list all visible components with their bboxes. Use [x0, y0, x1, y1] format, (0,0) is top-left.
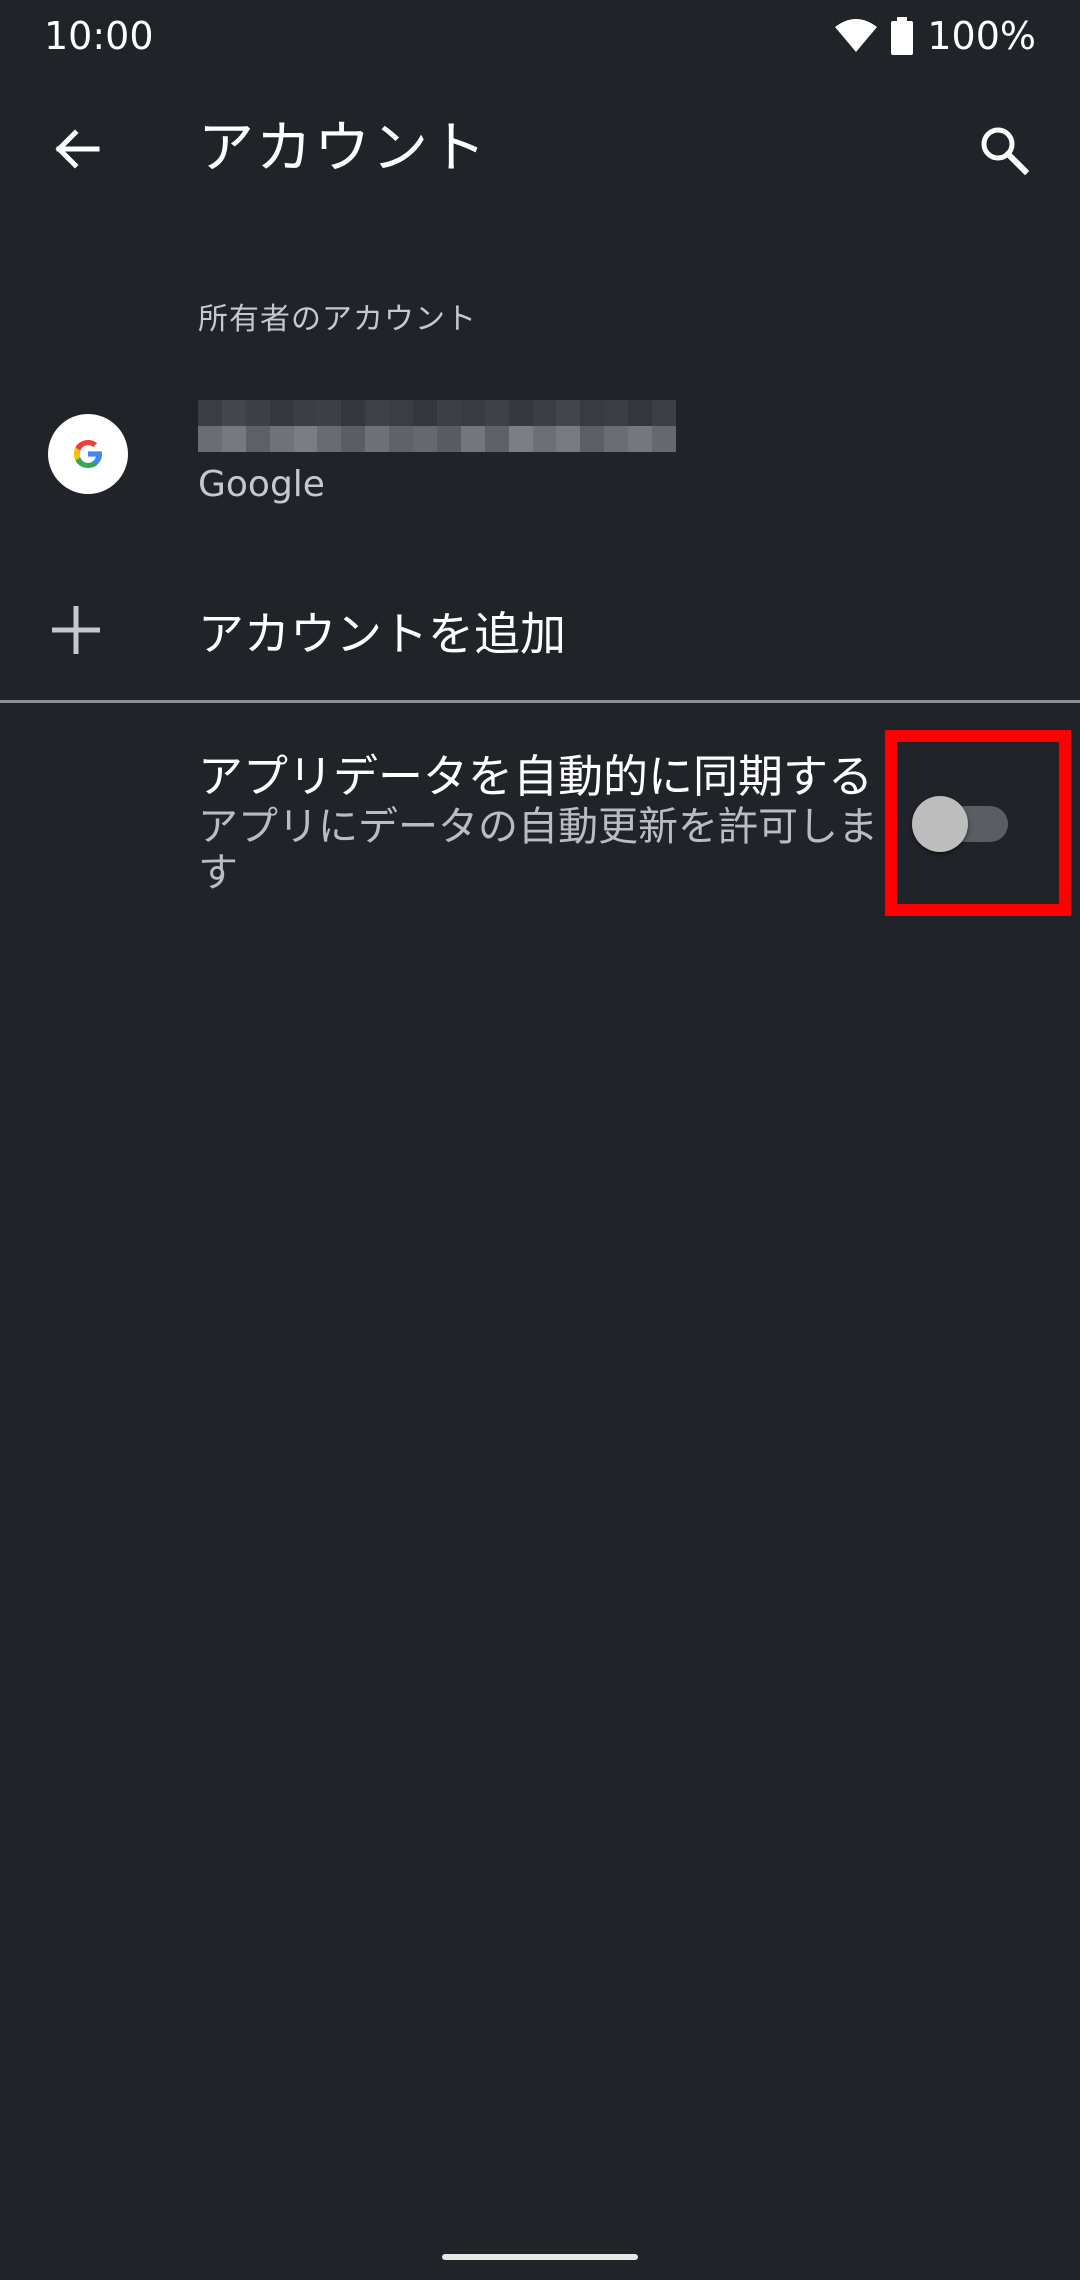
page-title: アカウント: [198, 116, 488, 181]
account-row-google[interactable]: Google: [0, 376, 1080, 536]
search-icon: [981, 127, 1029, 175]
account-type: Google: [198, 464, 325, 505]
search-button[interactable]: [964, 110, 1044, 190]
status-icons: 100%: [835, 14, 1036, 58]
gesture-nav-handle[interactable]: [442, 2254, 638, 2260]
add-account-label: アカウントを追加: [198, 607, 566, 661]
add-account-button[interactable]: アカウントを追加: [0, 560, 1080, 700]
status-bar: 10:00 100%: [0, 0, 1080, 72]
back-button[interactable]: [40, 112, 114, 186]
auto-sync-summary: アプリにデータの自動更新を許可します: [198, 804, 878, 896]
auto-sync-title: アプリデータを自動的に同期する: [198, 750, 874, 803]
wifi-icon: [835, 19, 878, 52]
google-icon: [48, 414, 128, 494]
highlight-box: [885, 730, 1071, 916]
screen: 10:00 100% アカウント 所有者のアカウント Google アカウントを…: [0, 0, 1080, 2280]
app-bar: アカウント: [0, 72, 1080, 224]
battery-icon: [891, 17, 914, 55]
plus-icon: [52, 606, 100, 654]
battery-percent: 100%: [927, 14, 1036, 58]
arrow-back-icon: [55, 129, 100, 169]
account-name-redacted: [198, 400, 676, 452]
divider: [0, 700, 1080, 703]
status-time: 10:00: [44, 14, 154, 58]
section-header-owner-accounts: 所有者のアカウント: [198, 302, 477, 337]
